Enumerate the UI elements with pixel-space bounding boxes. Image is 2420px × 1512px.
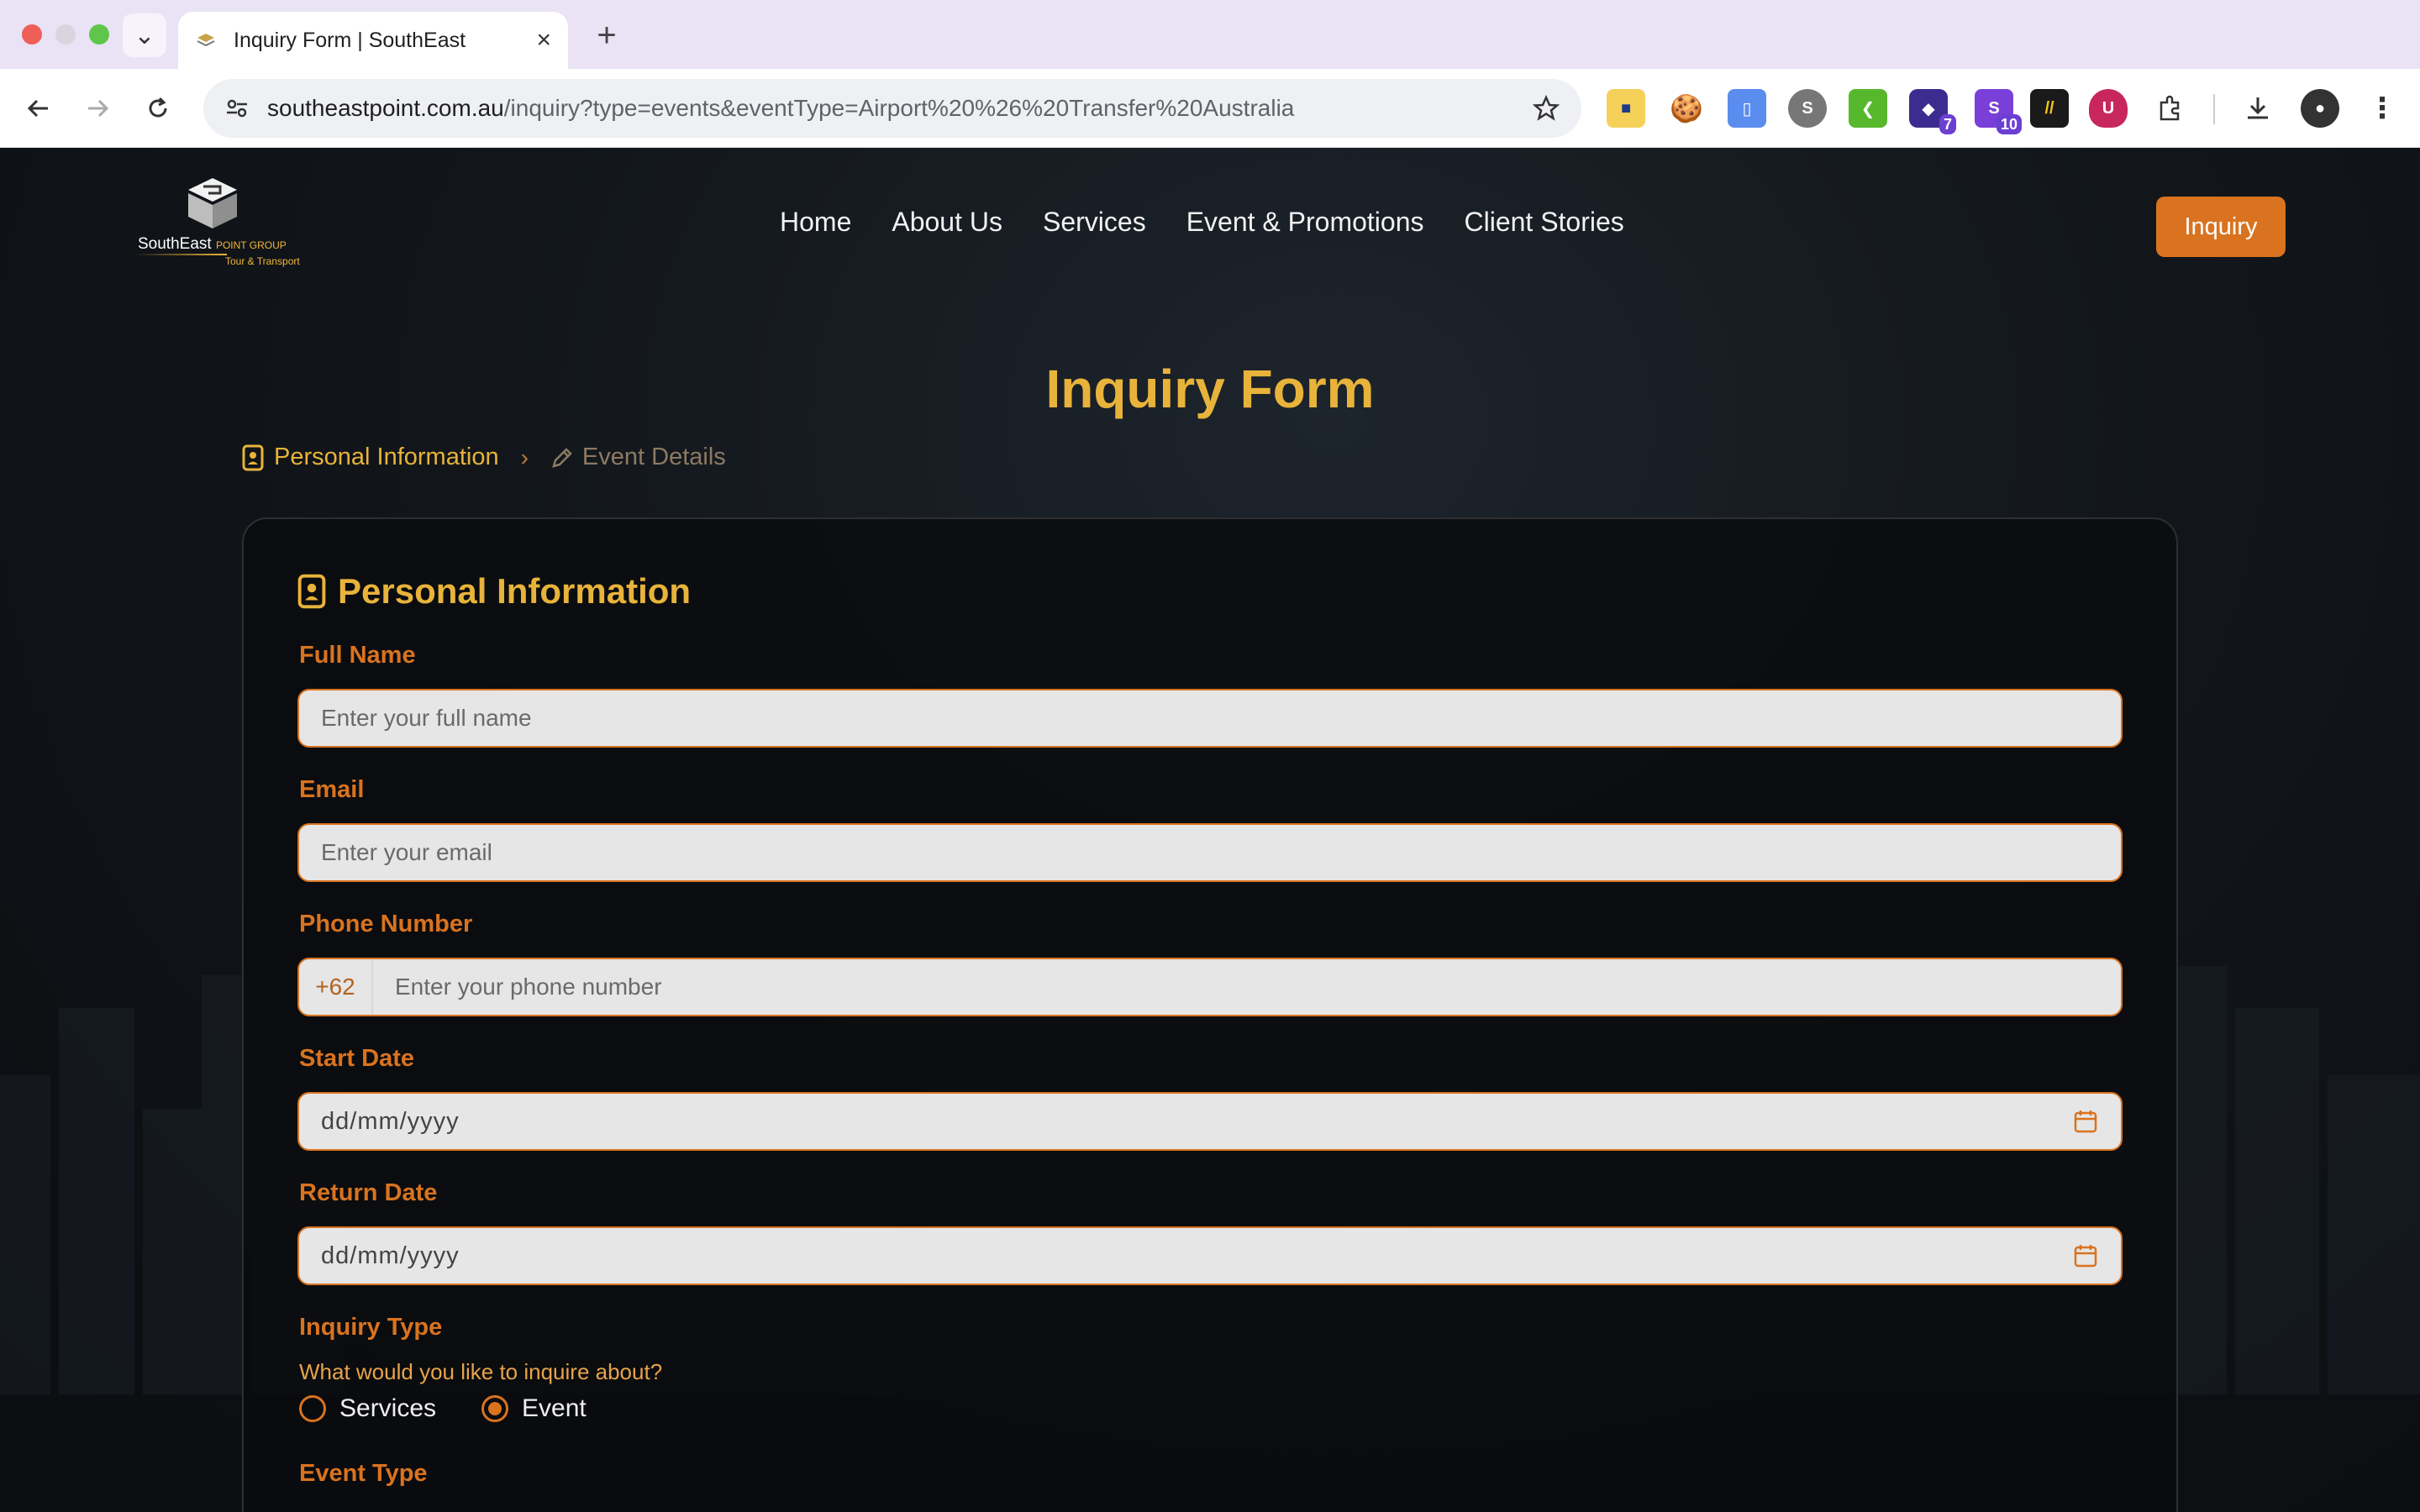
radio-services[interactable] (299, 1395, 326, 1422)
email-field[interactable] (297, 823, 2123, 882)
inquiry-type-radio-group: Services Event (299, 1394, 612, 1423)
event-type-label: Event Type (299, 1460, 428, 1487)
extensions-puzzle-icon[interactable] (2151, 89, 2190, 128)
email-label: Email (299, 776, 365, 803)
return-date-field[interactable]: dd/mm/yyyy (297, 1226, 2123, 1285)
extension-4-icon[interactable]: S (1788, 89, 1827, 128)
inquiry-form-card: Personal Information Full Name Email Pho… (242, 517, 2178, 1512)
forward-button[interactable] (77, 88, 118, 129)
logo-cube-icon (188, 178, 237, 228)
arrow-left-icon (27, 99, 48, 118)
site-settings-icon[interactable] (225, 97, 249, 120)
nav-services[interactable]: Services (1043, 207, 1146, 238)
extension-7-icon[interactable]: S 10 (1975, 89, 2022, 134)
form-steps-breadcrumb: Personal Information › Event Details (242, 444, 726, 471)
logo-underline (134, 254, 227, 255)
toolbar-divider (2213, 94, 2215, 124)
reload-button[interactable] (138, 88, 178, 129)
email-input[interactable] (299, 825, 2121, 880)
nav-client-stories[interactable]: Client Stories (1464, 207, 1623, 238)
nav-about-us[interactable]: About Us (892, 207, 1002, 238)
page-content: SouthEast POINT GROUP Tour & Transport H… (0, 148, 2420, 1512)
site-header: SouthEast POINT GROUP Tour & Transport H… (0, 148, 2420, 299)
return-date-input[interactable]: dd/mm/yyyy (299, 1242, 2069, 1270)
full-name-label: Full Name (299, 642, 416, 669)
pencil-icon (552, 447, 572, 468)
browser-toolbar: southeastpoint.com.au/inquiry?type=event… (0, 69, 2420, 148)
calendar-icon[interactable] (2069, 1105, 2102, 1138)
inquiry-type-label: Inquiry Type (299, 1314, 443, 1341)
extension-5-icon[interactable]: ❮ (1849, 89, 1887, 128)
main-navigation: Home About Us Services Event & Promotion… (780, 207, 1624, 238)
reload-icon (149, 97, 167, 118)
logo-wordmark: SouthEast POINT GROUP (138, 235, 287, 253)
extension-3-icon[interactable]: ▯ (1728, 89, 1766, 128)
inquiry-type-hint: What would you like to inquire about? (299, 1359, 663, 1384)
extension-6-icon[interactable]: ◆ 7 (1909, 89, 1956, 134)
site-favicon-icon (195, 29, 217, 51)
url-text[interactable]: southeastpoint.com.au/inquiry?type=event… (267, 95, 1533, 122)
id-badge-icon (242, 444, 264, 470)
new-tab-button[interactable]: + (588, 17, 625, 54)
full-name-field[interactable] (297, 689, 2123, 748)
extension-1-icon[interactable]: ■ (1607, 89, 1645, 128)
chevron-down-icon: ⌄ (134, 21, 155, 50)
inquiry-button[interactable]: Inquiry (2156, 197, 2286, 257)
close-tab-icon[interactable]: × (536, 26, 551, 55)
return-date-label: Return Date (299, 1179, 438, 1206)
minimize-window-button[interactable] (55, 24, 76, 45)
logo-tagline: Tour & Transport (225, 255, 300, 267)
page-title: Inquiry Form (1045, 359, 1375, 419)
arrow-right-icon (88, 99, 109, 118)
bookmark-star-icon[interactable] (1533, 95, 1560, 122)
phone-input[interactable] (373, 959, 2121, 1015)
cookie-extension-icon[interactable]: 🍪 (1667, 89, 1706, 128)
address-bar[interactable]: southeastpoint.com.au/inquiry?type=event… (203, 79, 1581, 138)
site-logo[interactable]: SouthEast POINT GROUP Tour & Transport (133, 176, 309, 270)
browser-tab-bar: ⌄ Inquiry Form | SouthEast × + (0, 0, 2420, 69)
section-title: Personal Information (297, 571, 691, 612)
ublock-shield-icon[interactable]: U (2089, 89, 2128, 128)
tab-title: Inquiry Form | SouthEast (234, 28, 466, 52)
maximize-window-button[interactable] (89, 24, 109, 45)
extension-8-icon[interactable]: // (2030, 89, 2069, 128)
profile-avatar[interactable]: ● (2301, 89, 2339, 128)
radio-option-services[interactable]: Services (299, 1394, 436, 1423)
back-button[interactable] (18, 88, 59, 129)
start-date-label: Start Date (299, 1045, 414, 1072)
phone-label: Phone Number (299, 911, 473, 937)
step-event-details[interactable]: Event Details (550, 444, 726, 471)
chevron-right-icon: › (520, 444, 529, 470)
calendar-icon[interactable] (2069, 1239, 2102, 1273)
id-badge-icon (297, 574, 326, 609)
nav-event-promotions[interactable]: Event & Promotions (1186, 207, 1424, 238)
downloads-icon[interactable] (2238, 89, 2277, 128)
radio-option-event[interactable]: Event (481, 1394, 587, 1423)
step-personal-information[interactable]: Personal Information (242, 444, 499, 471)
start-date-input[interactable]: dd/mm/yyyy (299, 1108, 2069, 1136)
close-window-button[interactable] (22, 24, 42, 45)
radio-event[interactable] (481, 1395, 509, 1422)
browser-menu-icon[interactable]: ⋮ (2363, 89, 2402, 128)
browser-tab-active[interactable]: Inquiry Form | SouthEast × (178, 12, 568, 69)
nav-home[interactable]: Home (780, 207, 851, 238)
start-date-field[interactable]: dd/mm/yyyy (297, 1092, 2123, 1151)
tab-search-button[interactable]: ⌄ (123, 13, 166, 57)
phone-country-code: +62 (299, 959, 373, 1015)
full-name-input[interactable] (299, 690, 2121, 746)
phone-field[interactable]: +62 (297, 958, 2123, 1016)
